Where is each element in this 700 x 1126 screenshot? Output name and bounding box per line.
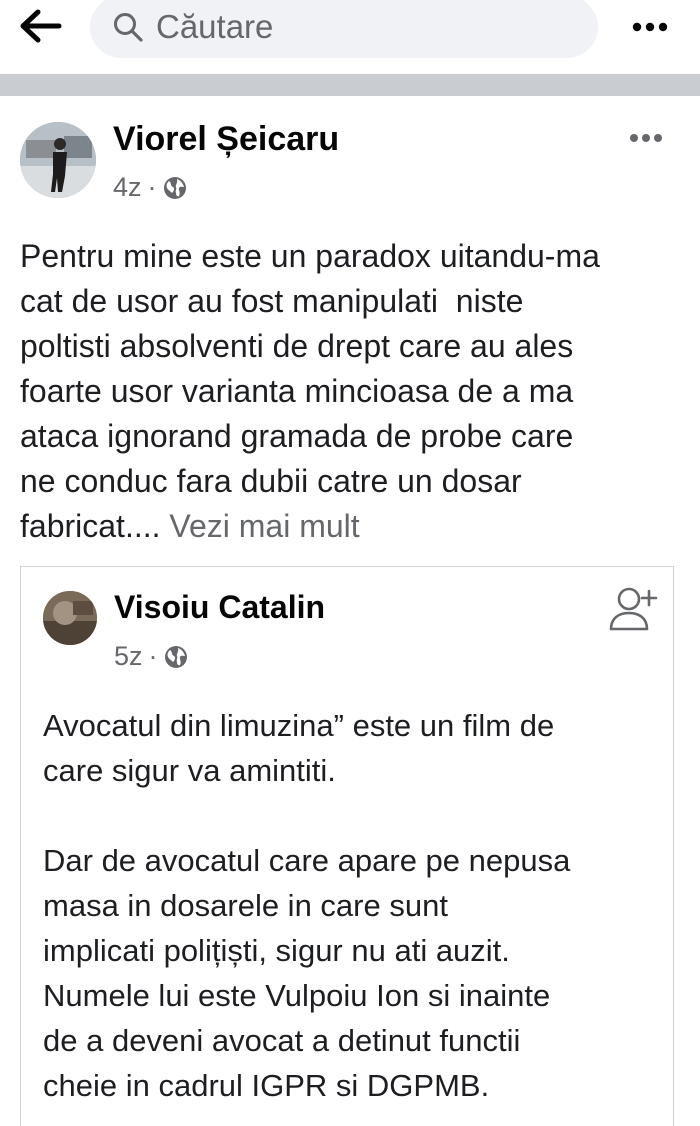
add-friend-icon (609, 587, 658, 631)
shared-post-body: Avocatul din limuzina” este un film de c… (43, 703, 663, 1108)
post-body: Pentru mine este un paradox uitandu-ma c… (20, 234, 690, 549)
shared-text-line: masa in dosarele in care sunt (43, 888, 448, 923)
more-horizontal-icon (630, 134, 662, 142)
globe-icon[interactable] (164, 645, 188, 669)
post-text-line: poltisti absolventi de drept care au ale… (20, 328, 574, 364)
shared-author-name[interactable]: Visoiu Catalin (114, 589, 325, 626)
meta-separator: · (148, 641, 158, 671)
shared-text-line: care sigur va amintiti. (43, 753, 336, 788)
search-icon (112, 10, 146, 44)
shared-post[interactable]: Visoiu Catalin 5z · Avocatul din limuzin… (20, 566, 674, 1126)
post-meta: 4z · (113, 172, 187, 203)
post-author-name[interactable]: Viorel Șeicaru (113, 120, 339, 159)
post-timestamp[interactable]: 4z (113, 172, 142, 203)
shared-text-line: Numele lui este Vulpoiu Ion si inainte (43, 978, 551, 1013)
avatar[interactable] (20, 122, 96, 198)
more-options-button[interactable] (628, 12, 672, 42)
shared-text-line: de a deveni avocat a detinut functii (43, 1023, 521, 1058)
back-button[interactable] (14, 4, 66, 48)
shared-text-line: cheie in cadrul IGPR si DGPMB. (43, 1068, 490, 1103)
see-more-link[interactable]: Vezi mai mult (169, 508, 359, 544)
post-card: Viorel Șeicaru 4z · Pentru mine este un … (0, 96, 700, 1126)
post-options-button[interactable] (626, 126, 666, 150)
post-text-truncated: fabricat.... (20, 508, 161, 544)
search-input[interactable] (156, 8, 556, 46)
post-text-line: ne conduc fara dubii catre un dosar (20, 463, 522, 499)
shared-text-line: implicati polițiști, sigur nu ati auzit. (43, 933, 510, 968)
meta-separator: · (147, 172, 157, 202)
shared-timestamp[interactable]: 5z (114, 641, 143, 672)
shared-post-meta: 5z · (114, 641, 188, 672)
post-text-last-line: fabricat.... Vezi mai mult (20, 504, 690, 549)
feed-separator (0, 74, 700, 96)
arrow-left-icon (20, 9, 62, 43)
post-text-line: ataca ignorand gramada de probe care (20, 418, 574, 454)
more-horizontal-icon (632, 22, 668, 32)
shared-text-line: Dar de avocatul care apare pe nepusa (43, 843, 571, 878)
search-box[interactable] (90, 0, 598, 58)
post-text-line: cat de usor au fost manipulati niste (20, 283, 524, 319)
avatar[interactable] (43, 591, 97, 645)
top-bar (0, 0, 700, 74)
globe-icon[interactable] (163, 176, 187, 200)
shared-text-line: Avocatul din limuzina” este un film de (43, 708, 555, 743)
post-text-line: foarte usor varianta mincioasa de a ma (20, 373, 574, 409)
add-friend-button[interactable] (607, 585, 659, 635)
post-text-line: Pentru mine este un paradox uitandu-ma (20, 238, 600, 274)
